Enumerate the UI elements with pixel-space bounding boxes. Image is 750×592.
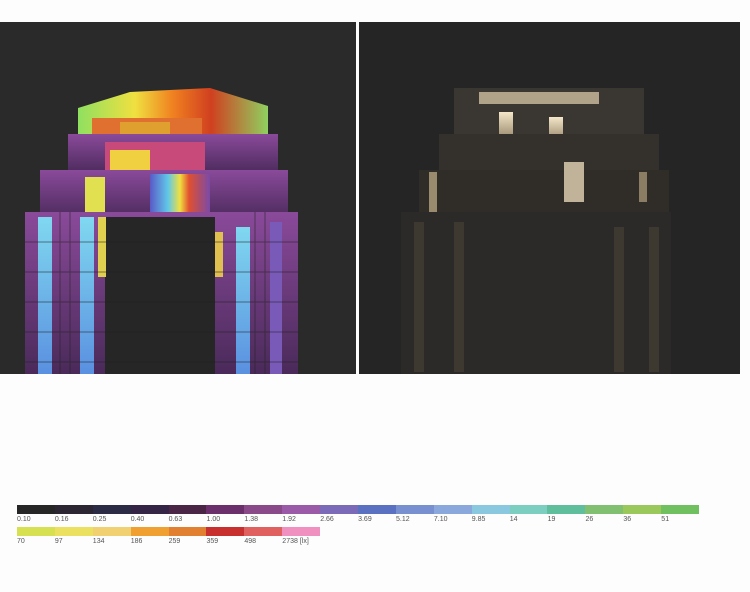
legend-label: 0.16 (54, 516, 69, 523)
legend-swatch (433, 505, 472, 514)
legend-row-1: 0.10 0.16 0.25 0.40 0.63 1.00 1.38 1.92 2.66 3.69… (17, 505, 700, 527)
legend-swatch (320, 505, 359, 514)
legend-swatch (547, 505, 586, 514)
legend-swatch (54, 505, 93, 514)
legend-swatch (92, 505, 131, 514)
legend-label: 3.69 (358, 516, 372, 523)
legend-label: 5.12 (396, 516, 410, 523)
legend-swatch (471, 505, 510, 514)
legend-swatch (282, 505, 321, 514)
legend-swatch (244, 527, 283, 536)
legend-swatch (358, 505, 396, 514)
legend-label-row: 70 97 134 186 259 359 498 2738 [lx] (17, 536, 699, 548)
legend-swatch (130, 527, 169, 536)
legend-label: 9.85 (471, 516, 486, 523)
legend-swatch-strip (17, 527, 699, 536)
legend-label: 1.38 (244, 516, 259, 523)
legend-label: 97 (54, 538, 63, 545)
legend-label: 0.25 (92, 516, 107, 523)
legend-swatch (661, 505, 700, 514)
legend-swatch (395, 505, 434, 514)
legend-swatch (17, 527, 55, 536)
legend-label: 14 (509, 516, 518, 523)
legend-label: 36 (623, 516, 632, 523)
legend-swatch (168, 505, 207, 514)
legend-label: 1.92 (282, 516, 296, 523)
legend-swatch (54, 527, 93, 536)
legend-label: 498 (244, 538, 257, 545)
legend-label: 70 (17, 538, 25, 545)
legend-swatch (92, 527, 131, 536)
legend-label: 1.00 (206, 516, 221, 523)
legend-label: 19 (547, 516, 556, 523)
false-color-illuminance-render (0, 22, 356, 374)
legend-label: 0.40 (130, 516, 145, 523)
legend-label: 2738 [lx] (282, 538, 309, 545)
legend-label: 259 (168, 538, 181, 545)
legend-label: 7.10 (433, 516, 448, 523)
legend-label: 26 (585, 516, 594, 523)
legend-swatch (206, 505, 245, 514)
legend-swatch (509, 505, 548, 514)
legend-label: 2.66 (320, 516, 334, 523)
legend-swatch (206, 527, 245, 536)
legend-swatch (17, 505, 55, 514)
legend-swatch (282, 527, 321, 536)
legend-swatch-strip (17, 505, 700, 514)
legend-swatch (168, 527, 207, 536)
legend-row-2: 70 97 134 186 259 359 498 2738 [lx] (17, 527, 699, 549)
legend-swatch (623, 505, 662, 514)
legend-swatch (244, 505, 283, 514)
illuminance-color-legend: 0.10 0.16 0.25 0.40 0.63 1.00 1.38 1.92 2.66 3.69… (17, 505, 700, 549)
photoreal-night-render (359, 22, 740, 374)
legend-label: 359 (206, 538, 219, 545)
legend-label-row: 0.10 0.16 0.25 0.40 0.63 1.00 1.38 1.92 2.66 3.69… (17, 514, 699, 526)
legend-label: 51 (661, 516, 670, 523)
legend-swatch (585, 505, 624, 514)
legend-swatch (130, 505, 169, 514)
legend-label: 186 (130, 538, 143, 545)
legend-label: 134 (92, 538, 105, 545)
legend-label: 0.63 (168, 516, 183, 523)
legend-label: 0.10 (17, 516, 31, 523)
